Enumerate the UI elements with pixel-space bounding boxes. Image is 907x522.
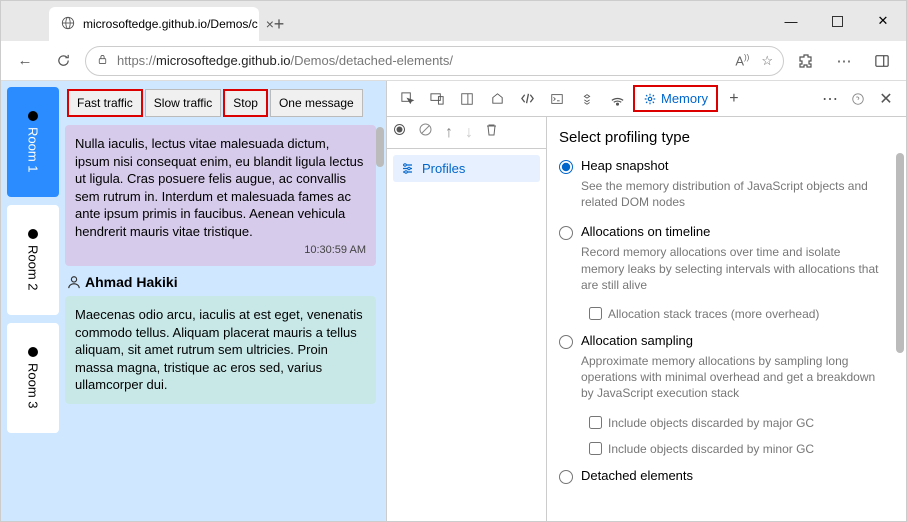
heap-snapshot-radio[interactable] xyxy=(559,160,573,174)
tab-title: microsoftedge.github.io/Demos/c xyxy=(83,17,258,31)
trash-icon[interactable] xyxy=(485,123,499,142)
sources-icon[interactable] xyxy=(573,85,601,113)
allocation-sampling-radio[interactable] xyxy=(559,335,573,349)
profiles-sidebar: ↑ ↓ Profiles xyxy=(387,117,547,521)
device-icon[interactable] xyxy=(423,85,451,113)
maximize-button[interactable] xyxy=(814,1,860,41)
favorite-icon[interactable]: ☆ xyxy=(761,53,773,69)
browser-tab[interactable]: microsoftedge.github.io/Demos/c × xyxy=(49,7,259,41)
slow-traffic-button[interactable]: Slow traffic xyxy=(145,89,221,117)
chat-panel: Fast traffic Slow traffic Stop One messa… xyxy=(65,81,386,521)
major-gc-checkbox[interactable]: Include objects discarded by major GC xyxy=(589,416,886,430)
console-icon[interactable] xyxy=(543,85,571,113)
devtools-panel: Memory + ⋯ ✕ ↑ ↓ xyxy=(386,81,906,521)
heap-snapshot-option[interactable]: Heap snapshot xyxy=(559,158,886,174)
back-button[interactable]: ← xyxy=(9,45,41,77)
allocation-sampling-option[interactable]: Allocation sampling xyxy=(559,333,886,349)
extensions-icon[interactable] xyxy=(790,45,822,77)
help-icon[interactable] xyxy=(844,85,872,113)
allocations-timeline-radio[interactable] xyxy=(559,226,573,240)
more-icon[interactable]: ⋯ xyxy=(816,85,844,113)
gear-icon xyxy=(643,92,657,106)
sidebar-toggle-icon[interactable] xyxy=(866,45,898,77)
address-bar[interactable]: https://microsoftedge.github.io/Demos/de… xyxy=(85,46,784,76)
detached-elements-radio[interactable] xyxy=(559,470,573,484)
stop-button[interactable]: Stop xyxy=(223,89,268,117)
profiling-heading: Select profiling type xyxy=(559,129,886,146)
profiles-item[interactable]: Profiles xyxy=(393,155,540,182)
message: Nulla iaculis, lectus vitae malesuada di… xyxy=(65,125,376,266)
panel-icon[interactable] xyxy=(453,85,481,113)
refresh-button[interactable] xyxy=(47,45,79,77)
allocations-timeline-option[interactable]: Allocations on timeline xyxy=(559,224,886,240)
inspect-icon[interactable] xyxy=(393,85,421,113)
minor-gc-checkbox[interactable]: Include objects discarded by minor GC xyxy=(589,442,886,456)
settings-icon xyxy=(401,162,414,175)
profiling-options: Select profiling type Heap snapshot See … xyxy=(547,117,906,521)
url-text: https://microsoftedge.github.io/Demos/de… xyxy=(117,53,453,68)
up-icon[interactable]: ↑ xyxy=(445,124,453,142)
lock-icon xyxy=(96,53,109,69)
more-tabs-icon[interactable]: + xyxy=(720,85,748,113)
detached-elements-option[interactable]: Detached elements xyxy=(559,468,886,484)
close-button[interactable]: ✕ xyxy=(860,1,906,41)
globe-icon xyxy=(61,16,75,33)
devtools-close-icon[interactable]: ✕ xyxy=(872,85,900,113)
elements-icon[interactable] xyxy=(513,85,541,113)
read-aloud-icon[interactable]: A)) xyxy=(735,53,749,69)
navbar: ← https://microsoftedge.github.io/Demos/… xyxy=(1,41,906,81)
room-1[interactable]: Room 1 xyxy=(7,87,59,197)
down-icon[interactable]: ↓ xyxy=(465,124,473,142)
devtools-tabbar: Memory + ⋯ ✕ xyxy=(387,81,906,117)
window-controls: — ✕ xyxy=(768,1,906,41)
stack-traces-checkbox[interactable]: Allocation stack traces (more overhead) xyxy=(589,307,886,321)
titlebar: microsoftedge.github.io/Demos/c × + — ✕ xyxy=(1,1,906,41)
minimize-button[interactable]: — xyxy=(768,1,814,41)
memory-tab[interactable]: Memory xyxy=(633,85,718,112)
new-tab-button[interactable]: + xyxy=(265,10,293,38)
rooms-sidebar: Room 1 Room 2 Room 3 xyxy=(1,81,65,521)
clear-icon[interactable] xyxy=(419,123,433,142)
message-user: Ahmad Hakiki xyxy=(67,274,374,290)
one-message-button[interactable]: One message xyxy=(270,89,363,117)
network-icon[interactable] xyxy=(603,85,631,113)
devtools-scrollbar[interactable] xyxy=(896,153,904,517)
menu-icon[interactable]: ⋯ xyxy=(828,45,860,77)
room-3[interactable]: Room 3 xyxy=(7,323,59,433)
memory-toolbar: ↑ ↓ xyxy=(387,117,546,149)
welcome-icon[interactable] xyxy=(483,85,511,113)
message: Maecenas odio arcu, iaculis at est eget,… xyxy=(65,296,376,404)
record-icon[interactable] xyxy=(393,123,407,142)
scrollbar[interactable] xyxy=(376,117,384,517)
room-2[interactable]: Room 2 xyxy=(7,205,59,315)
traffic-buttons: Fast traffic Slow traffic Stop One messa… xyxy=(65,87,380,119)
fast-traffic-button[interactable]: Fast traffic xyxy=(67,89,143,117)
timestamp: 10:30:59 AM xyxy=(75,244,366,256)
chat-messages[interactable]: Nulla iaculis, lectus vitae malesuada di… xyxy=(65,119,380,521)
